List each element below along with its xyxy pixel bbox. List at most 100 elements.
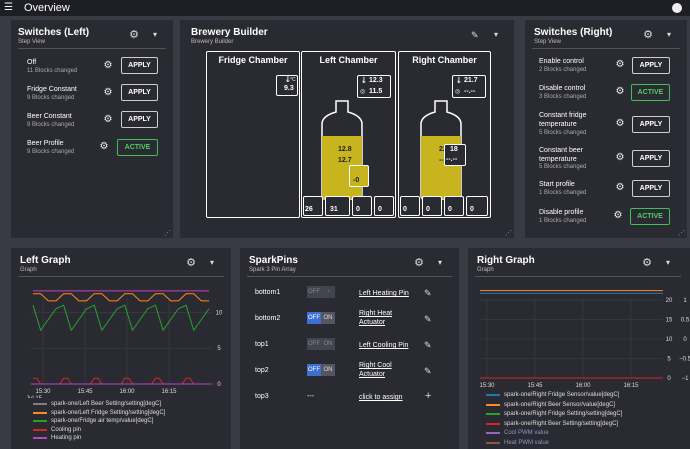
gear-icon[interactable]: ⚙ bbox=[642, 29, 654, 41]
pin-toggle[interactable]: OFF ON bbox=[307, 338, 335, 350]
x-tick-label: 15:45 bbox=[77, 389, 93, 395]
gear-icon[interactable]: ⚙ bbox=[615, 87, 625, 97]
pencil-icon[interactable]: ✎ bbox=[471, 30, 481, 40]
gear-icon[interactable]: ⚙ bbox=[613, 211, 623, 221]
resize-handle[interactable]: ⋰ bbox=[164, 229, 171, 237]
chevron-down-icon[interactable]: ▾ bbox=[151, 29, 159, 41]
left-graph-chart[interactable]: 0 5 10 15:30 15:45 16:00 16:15 Jul 15 bbox=[11, 288, 231, 398]
active-button[interactable]: ACTIVE bbox=[631, 84, 670, 101]
value: 0 bbox=[448, 206, 452, 213]
switch-name: Off bbox=[27, 59, 37, 66]
right-graph-chart[interactable]: 20 1 15 0.5 10 0 5 −0.5 0 −1 15:30 15:45 16:00 16:15 bbox=[468, 288, 690, 396]
toggle-on: ON bbox=[321, 364, 335, 376]
pencil-icon[interactable]: ✎ bbox=[424, 366, 434, 376]
legend-swatch bbox=[486, 413, 500, 415]
left-bottom-3[interactable] bbox=[352, 196, 372, 216]
right-sensor2-value: --.-- bbox=[464, 88, 476, 95]
legend-item[interactable]: Heat PWM value bbox=[486, 440, 549, 446]
apply-button[interactable]: APPLY bbox=[632, 150, 670, 167]
y-tick-label: 15 bbox=[666, 318, 673, 324]
apply-button[interactable]: APPLY bbox=[632, 57, 670, 74]
switches-left-panel: Switches (Left) Step View ⚙ ▾ Off 11 Blo… bbox=[11, 20, 173, 238]
right-bottom-3[interactable] bbox=[444, 196, 464, 216]
apply-button[interactable]: APPLY bbox=[121, 84, 158, 101]
switch-name: Beer Constant bbox=[27, 113, 72, 120]
apply-button[interactable]: APPLY bbox=[632, 180, 670, 197]
gear-icon[interactable]: ⚙ bbox=[641, 257, 653, 269]
pin-state: --- bbox=[307, 393, 314, 400]
add-icon[interactable]: + bbox=[425, 391, 435, 402]
resize-handle[interactable]: ⋰ bbox=[505, 229, 512, 237]
switch-sub: 2 Blocks changed bbox=[539, 67, 587, 73]
legend-label: Heat PWM value bbox=[504, 439, 550, 446]
pin-toggle[interactable]: OFF ◔ bbox=[307, 286, 335, 298]
gear-icon[interactable]: ⚙ bbox=[128, 29, 140, 41]
pin-link[interactable]: Left Heating Pin bbox=[359, 289, 409, 298]
legend-swatch bbox=[33, 428, 47, 431]
pencil-icon[interactable]: ✎ bbox=[424, 340, 434, 350]
chevron-down-icon[interactable]: ▾ bbox=[665, 29, 673, 41]
legend-item[interactable]: spark-one/Right Fridge Sensor/value[degC… bbox=[486, 392, 619, 398]
legend-item[interactable]: spark-one/Right Fridge Setting/setting[d… bbox=[486, 411, 622, 417]
pin-name: top1 bbox=[255, 341, 269, 348]
gear-icon[interactable]: ⚙ bbox=[103, 115, 113, 125]
gear-icon[interactable]: ⚙ bbox=[103, 88, 113, 98]
gear-icon[interactable]: ⚙ bbox=[413, 257, 425, 269]
legend-item[interactable]: Heating pin bbox=[33, 435, 81, 441]
value: 26 bbox=[305, 206, 313, 213]
legend-item[interactable]: Cool PWM value bbox=[486, 430, 549, 436]
legend-item[interactable]: spark-one/Left Beer Setting/setting[degC… bbox=[33, 401, 161, 407]
panel-title: Switches (Left) bbox=[18, 27, 90, 38]
legend-item[interactable]: Cooling pin bbox=[33, 427, 81, 433]
thermometer-icon: 🌡 bbox=[360, 78, 368, 84]
switch-name: Fridge Constant bbox=[27, 86, 77, 93]
legend-item[interactable]: spark-one/Fridge air temp/value[degC] bbox=[33, 418, 153, 424]
gear-icon[interactable]: ⚙ bbox=[103, 61, 113, 71]
right-bottom-2[interactable] bbox=[422, 196, 442, 216]
chevron-down-icon[interactable]: ▾ bbox=[492, 29, 500, 41]
panel-subtitle: Graph bbox=[477, 267, 494, 273]
chevron-down-icon[interactable]: ▾ bbox=[664, 257, 672, 269]
panel-subtitle: Spark 3 Pin Array bbox=[249, 267, 296, 273]
legend-swatch bbox=[486, 422, 500, 425]
legend-label: Cool PWM value bbox=[504, 430, 549, 436]
gear-icon[interactable]: ⚙ bbox=[615, 153, 625, 163]
legend-item[interactable]: spark-one/Left Fridge Setting/setting[de… bbox=[33, 410, 165, 416]
gear-icon[interactable]: ⚙ bbox=[185, 257, 197, 269]
gear-icon[interactable]: ⚙ bbox=[615, 119, 625, 129]
active-button[interactable]: ACTIVE bbox=[117, 139, 158, 156]
pencil-icon[interactable]: ✎ bbox=[424, 288, 434, 298]
apply-button[interactable]: APPLY bbox=[121, 57, 158, 74]
chevron-down-icon[interactable]: ▾ bbox=[208, 257, 216, 269]
value: 0 bbox=[403, 206, 407, 213]
pin-name: top3 bbox=[255, 393, 269, 400]
panel-subtitle: Brewery Builder bbox=[191, 39, 234, 45]
active-button[interactable]: ACTIVE bbox=[630, 208, 670, 225]
apply-button[interactable]: APPLY bbox=[121, 111, 158, 128]
assign-link[interactable]: click to assign bbox=[359, 393, 403, 402]
gear-icon[interactable]: ⚙ bbox=[615, 60, 625, 70]
switch-name: Beer Profile bbox=[27, 140, 64, 147]
menu-icon[interactable]: ☰ bbox=[4, 3, 18, 13]
pin-link[interactable]: Right Heat Actuator bbox=[359, 309, 399, 327]
pin-link[interactable]: Right Cool Actuator bbox=[359, 361, 399, 379]
toggle-on: ON bbox=[321, 312, 335, 324]
pencil-icon[interactable]: ✎ bbox=[424, 314, 434, 324]
pin-name: top2 bbox=[255, 367, 269, 374]
pin-toggle[interactable]: OFF ON bbox=[307, 364, 335, 376]
pin-link[interactable]: Left Cooling Pin bbox=[359, 341, 408, 350]
gear-icon[interactable]: ⚙ bbox=[99, 142, 109, 152]
value: 0 bbox=[356, 206, 360, 213]
apply-button[interactable]: APPLY bbox=[632, 116, 670, 133]
legend-item[interactable]: spark-one/Right Beer Sensor/value[degC] bbox=[486, 402, 615, 408]
pin-toggle[interactable]: OFF ON bbox=[307, 312, 335, 324]
legend-label: spark-one/Left Beer Setting/setting[degC… bbox=[51, 401, 162, 407]
chevron-down-icon[interactable]: ▾ bbox=[436, 257, 444, 269]
legend-item[interactable]: spark-one/Right Beer Setting/setting[deg… bbox=[486, 421, 618, 427]
resize-handle[interactable]: ⋰ bbox=[678, 229, 685, 237]
gear-icon[interactable]: ⚙ bbox=[615, 183, 625, 193]
value: 0 bbox=[426, 206, 430, 213]
left-bottom-4[interactable] bbox=[374, 196, 394, 216]
panel-title: Switches (Right) bbox=[534, 27, 613, 38]
legend-swatch bbox=[33, 411, 47, 414]
